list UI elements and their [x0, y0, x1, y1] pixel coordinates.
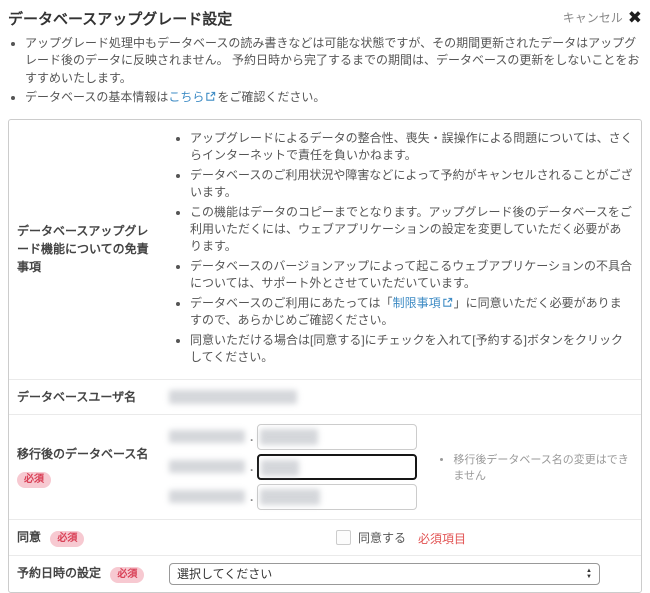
- agree-label: 同意: [17, 530, 41, 544]
- intro-note-2-suffix: をご確認ください。: [217, 90, 325, 104]
- db-name-label: 移行後のデータベース名: [17, 447, 148, 461]
- db-name-value-redacted: [260, 489, 320, 505]
- db-name-line-1: .: [169, 424, 417, 450]
- schedule-select-value: 選択してください: [177, 565, 272, 582]
- restrictions-link[interactable]: 制限事項: [393, 296, 441, 310]
- external-link-icon: [442, 297, 453, 308]
- disclaimer-item-4: データベースのバージョンアップによって起こるウェブアプリケーションの不具合につい…: [190, 258, 633, 292]
- intro-notes: アップグレード処理中もデータベースの読み書きなどは可能な状態ですが、その期間更新…: [8, 35, 642, 107]
- intro-note-2: データベースの基本情報はこちらをご確認ください。: [25, 89, 642, 106]
- db-name-prefix-redacted: [169, 490, 245, 503]
- agree-row: 同意 必須 同意する 必須項目: [9, 519, 641, 555]
- db-user-row: データベースユーザ名: [9, 379, 641, 414]
- db-name-separator: .: [250, 430, 253, 444]
- db-name-separator: .: [250, 460, 253, 474]
- db-name-input-3[interactable]: [257, 484, 417, 510]
- db-name-row: 移行後のデータベース名 必須 . .: [9, 414, 641, 519]
- disclaimer-row: データベースアップグレード機能についての免責事項 アップグレードによるデータの整…: [9, 120, 641, 379]
- disclaimer-list: アップグレードによるデータの整合性、喪失・誤操作による問題については、さくらイン…: [169, 130, 633, 369]
- agree-checkbox[interactable]: [336, 530, 351, 545]
- agree-checkbox-label[interactable]: 同意する: [358, 529, 406, 546]
- db-name-line-2: .: [169, 454, 417, 480]
- db-name-input-1[interactable]: [257, 424, 417, 450]
- db-name-prefix-redacted: [169, 460, 245, 473]
- disclaimer-item-5: データベースのご利用にあたっては「制限事項」に同意いただく必要がありますので、あ…: [190, 295, 633, 329]
- upgrade-settings-form: データベースアップグレード機能についての免責事項 アップグレードによるデータの整…: [8, 119, 642, 593]
- db-user-value-redacted: [169, 390, 297, 404]
- intro-note-2-prefix: データベースの基本情報は: [25, 90, 168, 104]
- schedule-select[interactable]: 選択してください ▲▼: [169, 563, 600, 585]
- db-name-value-redacted: [260, 429, 318, 445]
- schedule-row: 予約日時の設定 必須 選択してください ▲▼: [9, 555, 641, 592]
- db-name-input-2[interactable]: [257, 454, 417, 480]
- select-updown-icon: ▲▼: [586, 568, 592, 580]
- basic-info-link[interactable]: こちら: [168, 90, 204, 104]
- external-link-icon: [205, 91, 216, 102]
- schedule-label: 予約日時の設定: [17, 566, 101, 580]
- db-name-value-redacted: [261, 460, 299, 476]
- db-name-line-3: .: [169, 484, 417, 510]
- required-badge: 必須: [17, 472, 51, 488]
- disclaimer-item-3: この機能はデータのコピーまでとなります。アップグレード後のデータベースをご利用い…: [190, 204, 633, 255]
- disclaimer-item-5-prefix: データベースのご利用にあたっては「: [190, 296, 393, 310]
- intro-note-1: アップグレード処理中もデータベースの読み書きなどは可能な状態ですが、その期間更新…: [25, 35, 642, 87]
- db-name-note: 移行後データベース名の変更はできません: [453, 451, 633, 483]
- required-field-warning: 必須項目: [418, 530, 466, 547]
- dialog-header: データベースアップグレード設定 キャンセル ✖: [8, 8, 642, 29]
- db-name-prefix-redacted: [169, 430, 245, 443]
- disclaimer-item-2: データベースのご利用状況や障害などによって予約がキャンセルされることがございます…: [190, 167, 633, 201]
- close-icon[interactable]: ✖: [628, 9, 642, 26]
- disclaimer-item-6: 同意いただける場合は[同意する]にチェックを入れて[予約する]ボタンをクリックし…: [190, 332, 633, 366]
- header-actions: キャンセル ✖: [563, 9, 642, 26]
- db-user-label: データベースユーザ名: [9, 380, 161, 414]
- required-badge: 必須: [50, 531, 84, 547]
- cancel-link[interactable]: キャンセル: [563, 9, 623, 26]
- disclaimer-item-1: アップグレードによるデータの整合性、喪失・誤操作による問題については、さくらイン…: [190, 130, 633, 164]
- required-badge: 必須: [110, 567, 144, 583]
- page-title: データベースアップグレード設定: [8, 8, 232, 29]
- disclaimer-label: データベースアップグレード機能についての免責事項: [9, 120, 161, 379]
- db-name-separator: .: [250, 490, 253, 504]
